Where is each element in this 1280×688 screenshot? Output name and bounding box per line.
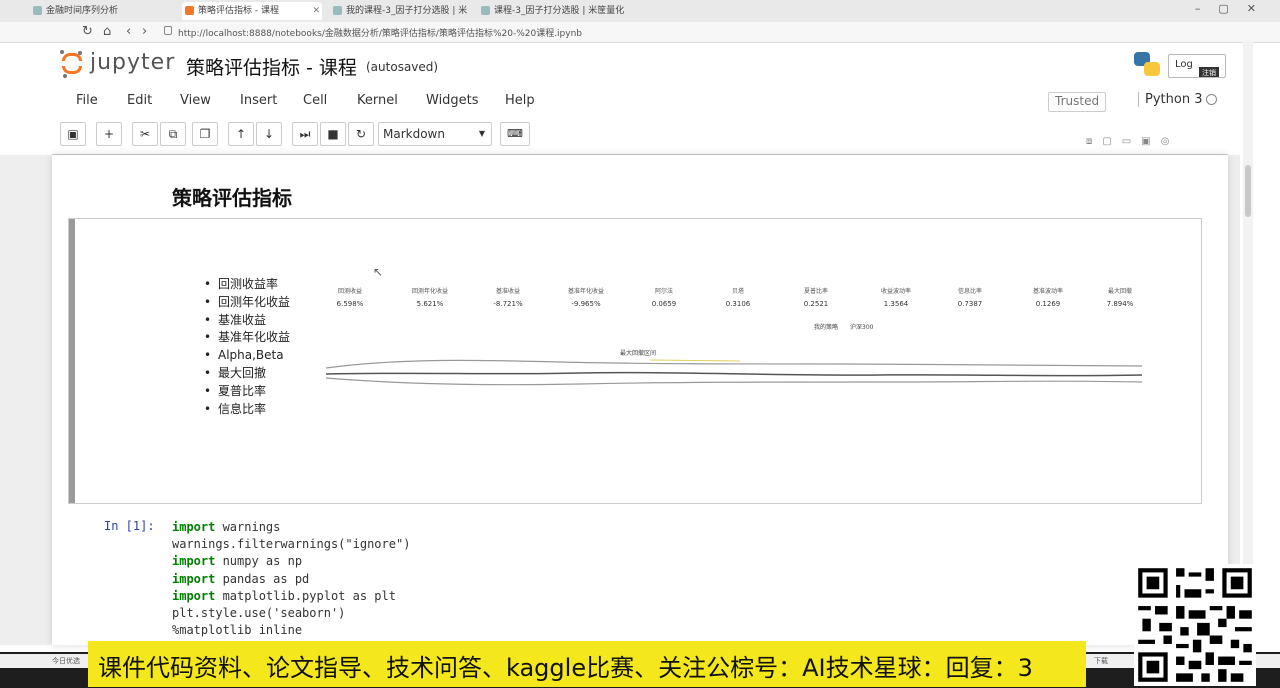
tab-title: 金融时间序列分析 [46, 6, 119, 16]
section-heading: 策略评估指标 [172, 186, 292, 210]
tab-close-icon[interactable]: ✕ [312, 2, 320, 20]
code-text: warnings.filterwarnings("ignore") [172, 537, 411, 552]
home-icon[interactable]: ⌂ [103, 24, 111, 39]
kernel-status-icon [1206, 94, 1217, 105]
code-keyword: import [172, 554, 216, 569]
interrupt-icon[interactable]: ■ [320, 122, 346, 146]
logout-label: Log [1175, 59, 1193, 70]
keyboard-icon[interactable]: ⌨ [500, 122, 530, 146]
code-line: import matplotlib.pyplot as plt [172, 588, 410, 605]
browser-tab-bar: 金融时间序列分析 策略评估指标 - 课程 ✕ 我的课程-3_因子打分选股 | 米 … [0, 0, 1280, 23]
browser-tab[interactable]: 金融时间序列分析 [30, 2, 170, 20]
menu-cell[interactable]: Cell [303, 93, 327, 108]
tab-favicon-icon [33, 6, 42, 15]
code-text: warnings [215, 520, 281, 534]
window-controls[interactable]: –▢✕ [1195, 2, 1274, 15]
extension-icons[interactable]: ⧈▢▭▣◎ [1086, 136, 1179, 147]
security-icon[interactable] [164, 26, 172, 35]
code-line: warnings.filterwarnings("ignore") [172, 536, 410, 553]
code-text: matplotlib.pyplot as plt [215, 588, 396, 603]
code-line: import warnings [172, 519, 410, 536]
tab-favicon-icon [481, 6, 490, 15]
back-icon[interactable]: ‹ [126, 24, 131, 39]
trusted-indicator[interactable]: Trusted [1048, 92, 1107, 112]
notebook-title[interactable]: 策略评估指标 - 课程 [186, 53, 357, 80]
reload-icon[interactable]: ↻ [82, 24, 93, 39]
url-field[interactable]: http://localhost:8888/notebooks/金融数据分析/策… [178, 26, 582, 39]
backtest-line-chart [325, 359, 1143, 386]
code-cell-input[interactable]: import warnings warnings.filterwarnings(… [172, 519, 410, 639]
tab-title: 我的课程-3_因子打分选股 | 米 [346, 6, 468, 16]
code-line: import numpy as np [172, 553, 410, 570]
list-item: 信息比率 [204, 401, 290, 419]
forward-icon[interactable]: › [142, 24, 147, 39]
status-right[interactable]: 下载 [1094, 656, 1108, 666]
cut-icon[interactable]: ✂ [132, 122, 158, 146]
list-item: 回测收益率 [204, 276, 290, 294]
menu-file[interactable]: File [76, 93, 98, 108]
code-keyword: import [172, 588, 216, 603]
code-text: %matplotlib inline [172, 623, 303, 638]
selected-cell-bar [69, 219, 75, 503]
code-text: pandas as pd [215, 571, 310, 586]
copy-icon[interactable]: ⧉ [160, 122, 186, 146]
code-text: numpy as np [215, 554, 303, 569]
tab-favicon-icon [185, 6, 194, 15]
logout-button[interactable]: Log 注销 [1168, 54, 1226, 78]
code-line: plt.style.use('seaborn') [172, 605, 410, 622]
scrollbar[interactable] [1243, 42, 1253, 645]
list-item: 最大回撤 [204, 365, 290, 383]
save-icon[interactable]: ▣ [60, 122, 86, 146]
move-down-icon[interactable]: ↓ [256, 122, 282, 146]
promo-banner: 课件代码资料、论文指导、技术问答、kaggle比赛、关注公棕号：AI技术星球：回… [88, 641, 1086, 687]
menu-view[interactable]: View [180, 93, 211, 108]
menu-insert[interactable]: Insert [240, 93, 277, 108]
menu-widgets[interactable]: Widgets [426, 93, 479, 108]
autosave-status: (autosaved) [366, 60, 439, 74]
list-item: 基准年化收益 [204, 329, 290, 347]
list-item: 夏普比率 [204, 383, 290, 401]
jupyter-logo-text[interactable]: jupyter [90, 50, 175, 75]
restart-icon[interactable]: ↻ [348, 122, 374, 146]
status-left[interactable]: 今日优选 [52, 656, 80, 666]
run-icon[interactable]: ⏭ [292, 122, 318, 146]
code-text: plt.style.use('seaborn') [172, 605, 346, 620]
browser-tab[interactable]: 课程-3_因子打分选股 | 米筐量化 [478, 2, 628, 20]
tab-favicon-icon [333, 6, 342, 15]
cell-type-value: Markdown [383, 127, 445, 141]
browser-tab[interactable]: 我的课程-3_因子打分选股 | 米 [330, 2, 470, 20]
list-item: 回测年化收益 [204, 294, 290, 312]
code-keyword: import [172, 571, 216, 586]
kernel-name: Python 3 [1138, 92, 1202, 107]
code-keyword: import [172, 520, 216, 534]
jupyter-logo-icon[interactable] [60, 50, 84, 78]
menu-edit[interactable]: Edit [127, 93, 152, 108]
python-logo-icon [1134, 52, 1162, 78]
metrics-list: 回测收益率 回测年化收益 基准收益 基准年化收益 Alpha,Beta 最大回撤… [204, 276, 290, 418]
paste-icon[interactable]: ❐ [192, 122, 218, 146]
move-up-icon[interactable]: ↑ [228, 122, 254, 146]
code-line: import pandas as pd [172, 571, 410, 588]
cell-type-select[interactable]: Markdown ▼ [378, 122, 492, 146]
address-bar: ↻ ⌂ ‹ › http://localhost:8888/notebooks/… [0, 22, 1280, 43]
menu-kernel[interactable]: Kernel [357, 93, 398, 108]
code-line: %matplotlib inline [172, 622, 410, 639]
embedded-backtest-image: 回测收益 6.598% 回测年化收益 5.621% 基准收益 -8.721% 基… [320, 280, 1150, 400]
chevron-down-icon: ▼ [478, 129, 485, 138]
add-icon[interactable]: + [96, 122, 122, 146]
logout-tooltip: 注销 [1199, 67, 1219, 77]
list-item: Alpha,Beta [204, 347, 290, 365]
scrollbar-thumb[interactable] [1245, 165, 1251, 217]
menu-help[interactable]: Help [505, 93, 535, 108]
promo-text: 课件代码资料、论文指导、技术问答、kaggle比赛、关注公棕号：AI技术星球：回… [98, 654, 1033, 682]
list-item: 基准收益 [204, 312, 290, 330]
code-cell-prompt: In [1]: [104, 519, 155, 533]
qr-code-icon [1134, 564, 1256, 686]
tab-title: 课程-3_因子打分选股 | 米筐量化 [494, 6, 625, 16]
browser-tab-active[interactable]: 策略评估指标 - 课程 ✕ [182, 2, 322, 20]
mouse-cursor-icon: ↖ [373, 265, 384, 279]
tab-title: 策略评估指标 - 课程 [198, 6, 279, 16]
